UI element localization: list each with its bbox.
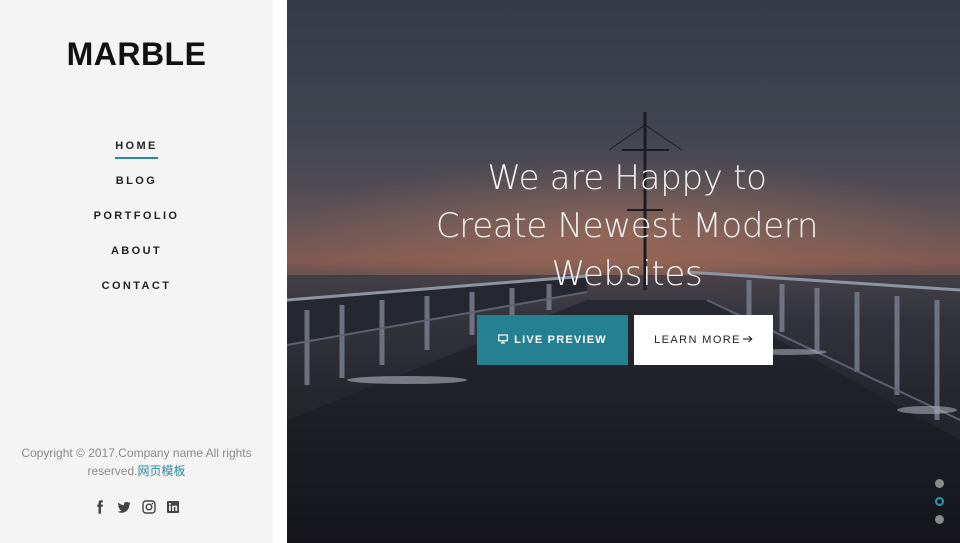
- live-preview-label: LIVE PREVIEW: [514, 334, 607, 346]
- learn-more-label: LEARN MORE: [654, 334, 741, 346]
- nav-item-label: BLOG: [115, 175, 158, 187]
- sidebar: MARBLE HOME BLOG PORTFOLIO ABOUT CONTACT…: [0, 0, 273, 543]
- linkedin-icon[interactable]: [166, 500, 180, 514]
- nav-item-label: CONTACT: [101, 280, 172, 292]
- twitter-icon[interactable]: [117, 500, 131, 514]
- headline-line-2: Create Newest Modern: [435, 206, 819, 246]
- hero-headline: We are Happy to Create Newest Modern Web…: [377, 154, 877, 298]
- social-links: [0, 498, 273, 516]
- monitor-icon: [498, 333, 509, 347]
- headline-line-1: We are Happy to: [487, 158, 767, 198]
- nav-item-contact[interactable]: CONTACT: [0, 277, 273, 312]
- nav-item-label: PORTFOLIO: [93, 210, 180, 222]
- slider-dot-2[interactable]: [935, 497, 944, 506]
- arrow-right-icon: [742, 334, 753, 346]
- copyright-line-2: reserved.网页模板: [0, 462, 273, 480]
- copyright-link[interactable]: 网页模板: [138, 464, 186, 478]
- nav-item-blog[interactable]: BLOG: [0, 172, 273, 207]
- copyright-reserved: reserved.: [87, 464, 138, 478]
- slider-dot-3[interactable]: [935, 515, 944, 524]
- nav-item-label: ABOUT: [110, 245, 163, 257]
- nav-item-about[interactable]: ABOUT: [0, 242, 273, 277]
- copyright-line-1: Copyright © 2017.Company name All rights: [21, 446, 252, 460]
- nav-item-home[interactable]: HOME: [0, 137, 273, 172]
- nav-item-label: HOME: [115, 137, 158, 159]
- instagram-icon[interactable]: [142, 500, 156, 514]
- headline-line-3: Websites: [551, 254, 703, 294]
- live-preview-button[interactable]: LIVE PREVIEW: [477, 315, 628, 365]
- copyright-text: Copyright © 2017.Company name All rights…: [0, 444, 273, 480]
- sidebar-edge: [273, 0, 287, 543]
- hero-slider: We are Happy to Create Newest Modern Web…: [287, 0, 960, 543]
- site-logo[interactable]: MARBLE: [0, 36, 273, 73]
- slider-dots: [935, 479, 945, 533]
- slider-dot-1[interactable]: [935, 479, 944, 488]
- main-nav: HOME BLOG PORTFOLIO ABOUT CONTACT: [0, 137, 273, 312]
- facebook-icon[interactable]: [93, 500, 107, 514]
- nav-item-portfolio[interactable]: PORTFOLIO: [0, 207, 273, 242]
- learn-more-button[interactable]: LEARN MORE: [634, 315, 773, 365]
